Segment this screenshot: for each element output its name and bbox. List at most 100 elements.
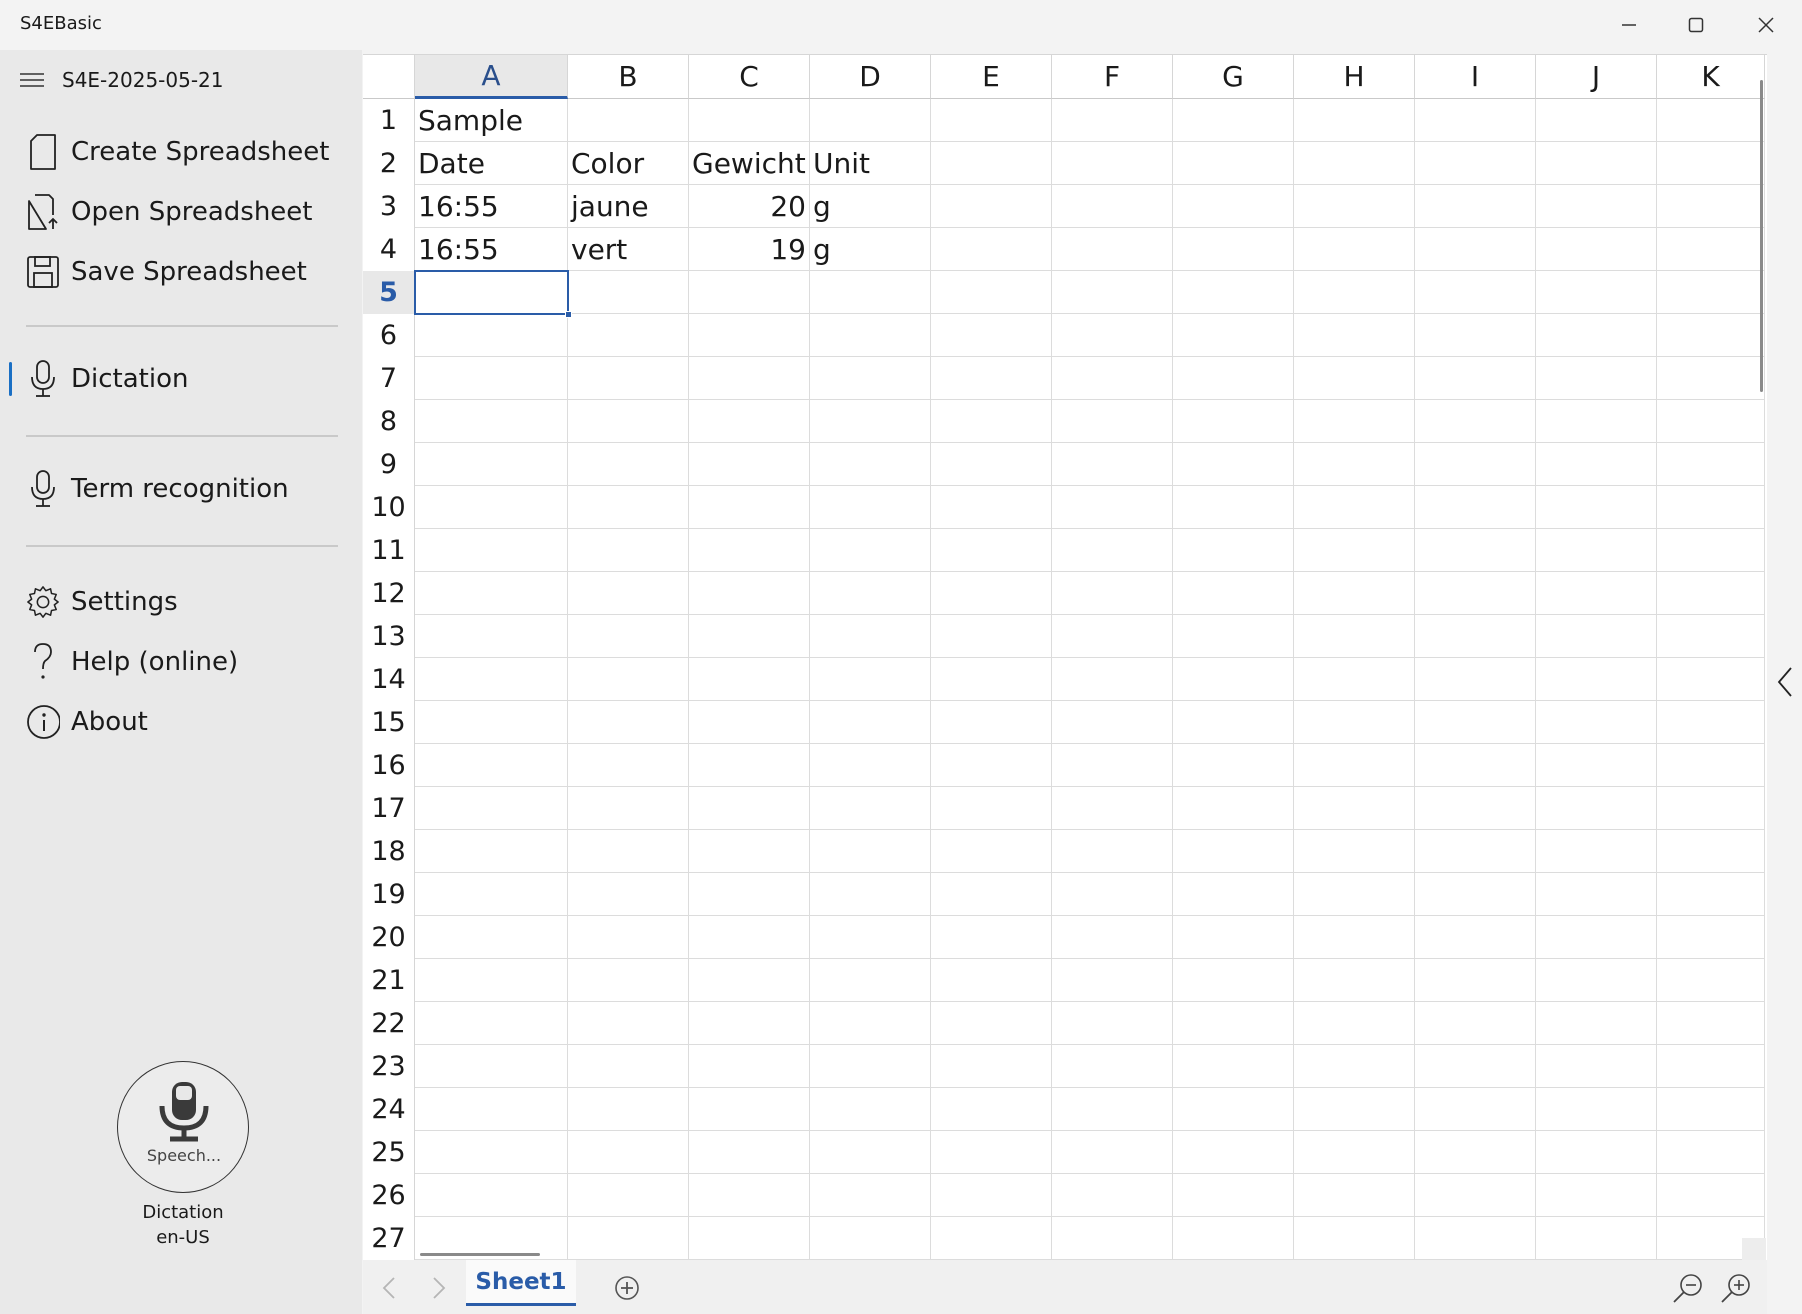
cell-c1[interactable] [689,99,810,142]
cell-b25[interactable] [568,1131,689,1174]
zoom-in-button[interactable] [1716,1268,1756,1308]
cell-i11[interactable] [1415,529,1536,572]
sidebar-item-settings[interactable]: Settings [0,574,362,630]
cell-h14[interactable] [1294,658,1415,701]
cell-j7[interactable] [1536,357,1657,400]
hamburger-menu-icon[interactable] [20,72,44,88]
cell-d23[interactable] [810,1045,931,1088]
cell-h18[interactable] [1294,830,1415,873]
cell-f1[interactable] [1052,99,1173,142]
cell-i27[interactable] [1415,1217,1536,1260]
cell-c17[interactable] [689,787,810,830]
cell-h2[interactable] [1294,142,1415,185]
sidebar-item-term-recognition[interactable]: Term recognition [0,461,362,517]
cell-c25[interactable] [689,1131,810,1174]
cell-d26[interactable] [810,1174,931,1217]
add-sheet-button[interactable] [609,1270,645,1306]
cell-a19[interactable] [415,873,568,916]
cell-a1[interactable]: Sample [415,99,568,142]
cell-h4[interactable] [1294,228,1415,271]
cell-i5[interactable] [1415,271,1536,314]
cell-g26[interactable] [1173,1174,1294,1217]
cell-c22[interactable] [689,1002,810,1045]
cell-a5[interactable] [415,271,568,314]
cell-f26[interactable] [1052,1174,1173,1217]
cell-e17[interactable] [931,787,1052,830]
column-header-k[interactable]: K [1657,55,1765,99]
cell-d12[interactable] [810,572,931,615]
cell-b6[interactable] [568,314,689,357]
cell-j8[interactable] [1536,400,1657,443]
cell-c6[interactable] [689,314,810,357]
cell-a7[interactable] [415,357,568,400]
cell-b3[interactable]: jaune [568,185,689,228]
cell-g18[interactable] [1173,830,1294,873]
cell-h15[interactable] [1294,701,1415,744]
cell-d5[interactable] [810,271,931,314]
row-header-10[interactable]: 10 [363,486,415,529]
select-all-corner[interactable] [363,55,415,99]
cell-a24[interactable] [415,1088,568,1131]
cell-g1[interactable] [1173,99,1294,142]
cell-c14[interactable] [689,658,810,701]
cell-a4[interactable]: 16:55 [415,228,568,271]
sidebar-item-dictation[interactable]: Dictation [0,351,362,407]
cell-b13[interactable] [568,615,689,658]
row-header-22[interactable]: 22 [363,1002,415,1045]
cell-c4[interactable]: 19 [689,228,810,271]
cell-d7[interactable] [810,357,931,400]
cell-g24[interactable] [1173,1088,1294,1131]
cell-k16[interactable] [1657,744,1765,787]
cell-b14[interactable] [568,658,689,701]
cell-k26[interactable] [1657,1174,1765,1217]
cell-c13[interactable] [689,615,810,658]
maximize-button[interactable] [1661,0,1731,50]
cell-f14[interactable] [1052,658,1173,701]
cell-g3[interactable] [1173,185,1294,228]
cell-b22[interactable] [568,1002,689,1045]
cell-d14[interactable] [810,658,931,701]
cell-c12[interactable] [689,572,810,615]
cell-k7[interactable] [1657,357,1765,400]
cell-i23[interactable] [1415,1045,1536,1088]
cell-i15[interactable] [1415,701,1536,744]
cell-b5[interactable] [568,271,689,314]
cell-b10[interactable] [568,486,689,529]
cell-e20[interactable] [931,916,1052,959]
column-header-b[interactable]: B [568,55,689,99]
cell-k9[interactable] [1657,443,1765,486]
cell-i24[interactable] [1415,1088,1536,1131]
cell-g9[interactable] [1173,443,1294,486]
cell-g17[interactable] [1173,787,1294,830]
cell-e16[interactable] [931,744,1052,787]
cell-j15[interactable] [1536,701,1657,744]
cell-g22[interactable] [1173,1002,1294,1045]
cell-j13[interactable] [1536,615,1657,658]
cell-a11[interactable] [415,529,568,572]
column-header-i[interactable]: I [1415,55,1536,99]
row-header-9[interactable]: 9 [363,443,415,486]
row-header-23[interactable]: 23 [363,1045,415,1088]
cell-e3[interactable] [931,185,1052,228]
cell-g15[interactable] [1173,701,1294,744]
cell-b4[interactable]: vert [568,228,689,271]
cell-e25[interactable] [931,1131,1052,1174]
column-header-c[interactable]: C [689,55,810,99]
row-header-3[interactable]: 3 [363,185,415,228]
cell-k1[interactable] [1657,99,1765,142]
cell-e5[interactable] [931,271,1052,314]
spreadsheet-grid[interactable]: ABCDEFGHIJK 1 2 3 4 5 6 7 8 9 10 11 12 13 14 15 16 17 18 1… [363,54,1767,1260]
cell-h9[interactable] [1294,443,1415,486]
cell-b2[interactable]: Color [568,142,689,185]
cell-b18[interactable] [568,830,689,873]
cell-k22[interactable] [1657,1002,1765,1045]
cell-e22[interactable] [931,1002,1052,1045]
cell-f5[interactable] [1052,271,1173,314]
cell-e27[interactable] [931,1217,1052,1260]
cell-e8[interactable] [931,400,1052,443]
cell-g12[interactable] [1173,572,1294,615]
cell-e9[interactable] [931,443,1052,486]
cell-c8[interactable] [689,400,810,443]
row-header-8[interactable]: 8 [363,400,415,443]
cell-h26[interactable] [1294,1174,1415,1217]
